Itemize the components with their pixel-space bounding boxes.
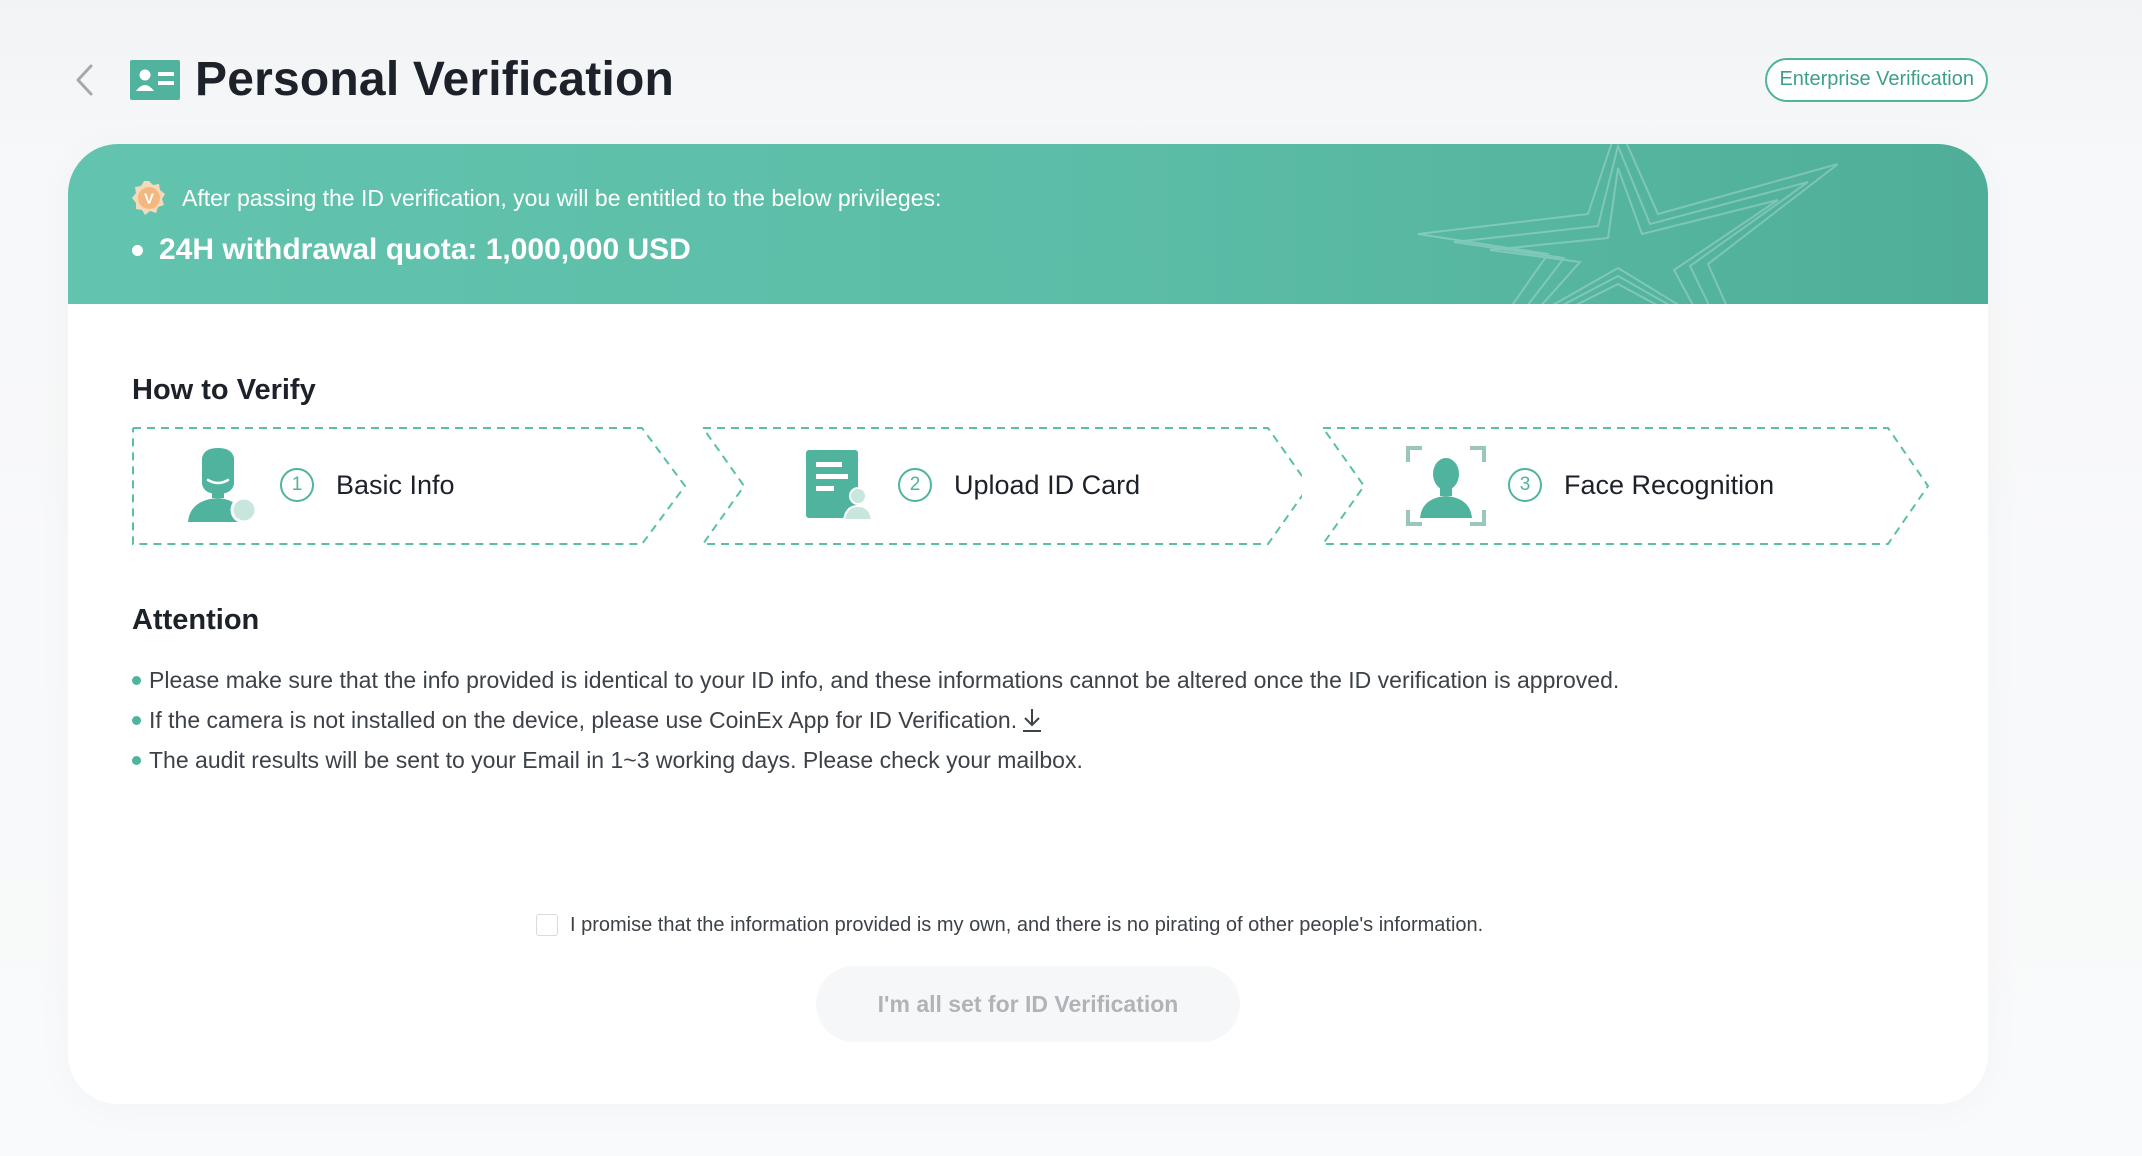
attention-text: If the camera is not installed on the de… — [149, 706, 1018, 733]
enterprise-verification-button[interactable]: Enterprise Verification — [1765, 58, 1988, 102]
star-decoration-icon — [1418, 144, 1838, 304]
face-scan-icon — [1406, 446, 1486, 526]
step-label-basic-info: Basic Info — [336, 470, 455, 500]
bullet-dot — [132, 675, 141, 685]
id-document-icon — [806, 450, 874, 521]
id-card-icon — [130, 60, 180, 100]
promise-text: I promise that the information provided … — [570, 913, 1484, 936]
attention-text: Please make sure that the info provided … — [149, 666, 1620, 693]
step-label-face-recognition: Face Recognition — [1564, 470, 1775, 500]
attention-item: The audit results will be sent to your E… — [132, 740, 1912, 780]
attention-item: If the camera is not installed on the de… — [132, 700, 1912, 740]
bullet-dot — [132, 755, 141, 765]
privileges-banner: V After passing the ID verification, you… — [68, 144, 1988, 304]
attention-title: Attention — [132, 604, 260, 636]
attention-item: Please make sure that the info provided … — [132, 660, 1912, 700]
person-icon — [188, 448, 258, 524]
verification-card: V After passing the ID verification, you… — [68, 144, 1988, 1104]
verification-steps: 1 Basic Info 2 Upload ID Card 3 Face Rec… — [132, 426, 1932, 546]
svg-text:V: V — [144, 191, 154, 208]
step-number-3: 3 — [1508, 468, 1542, 502]
bullet-dot — [132, 244, 143, 256]
page-header: Personal Verification Enterprise Verific… — [0, 0, 2142, 150]
step-upload-id-card: 2 Upload ID Card — [702, 426, 1302, 546]
how-to-verify-title: How to Verify — [132, 374, 316, 406]
chevron-left-icon — [76, 64, 93, 96]
quota-text: 24H withdrawal quota: 1,000,000 USD — [159, 233, 691, 266]
v-badge-icon: V — [132, 181, 165, 215]
start-verification-button[interactable]: I'm all set for ID Verification — [816, 966, 1240, 1042]
page-title: Personal Verification — [195, 53, 675, 106]
bullet-dot — [132, 715, 141, 725]
attention-list: Please make sure that the info provided … — [132, 660, 1912, 780]
step-number-1: 1 — [280, 468, 314, 502]
attention-text: The audit results will be sent to your E… — [149, 746, 1083, 773]
step-label-upload-id-card: Upload ID Card — [954, 470, 1141, 500]
promise-checkbox[interactable] — [536, 914, 558, 936]
step-number-2: 2 — [898, 468, 932, 502]
quota-item: 24H withdrawal quota: 1,000,000 USD — [132, 228, 691, 272]
step-face-recognition: 3 Face Recognition — [1322, 426, 1932, 546]
privilege-intro: V After passing the ID verification, you… — [132, 180, 941, 216]
promise-row: I promise that the information provided … — [536, 910, 1483, 940]
privilege-text: After passing the ID verification, you w… — [182, 185, 942, 211]
back-button[interactable] — [66, 58, 102, 102]
step-basic-info: 1 Basic Info — [132, 426, 692, 546]
download-icon[interactable] — [1021, 707, 1043, 733]
